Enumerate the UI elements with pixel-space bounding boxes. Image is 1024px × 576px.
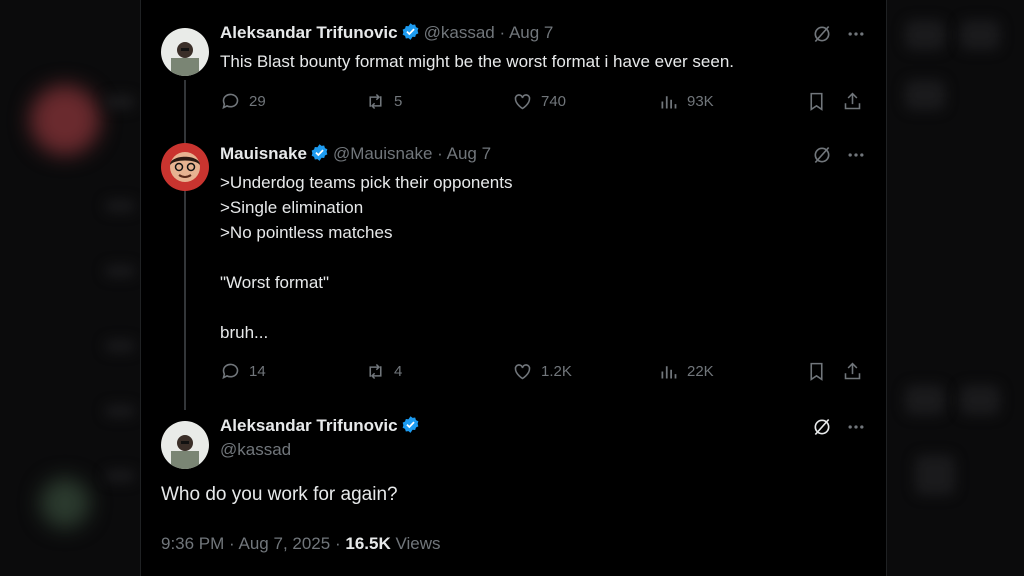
reply-button[interactable]: 29 [220, 91, 266, 112]
retweet-button[interactable]: 5 [365, 91, 402, 112]
views-icon [661, 366, 677, 379]
reply-icon [222, 363, 239, 380]
reply-button[interactable]: 14 [220, 361, 266, 382]
share-button[interactable] [842, 91, 863, 112]
reply-count: 29 [249, 93, 266, 110]
tweet-top-icons [812, 417, 866, 442]
bookmark-button[interactable] [806, 91, 827, 112]
tweet-text: This Blast bounty format might be the wo… [220, 52, 735, 71]
like-button[interactable]: 740 [512, 91, 566, 112]
tweet-header: Aleksandar Trifunovic [220, 415, 424, 439]
views-count: 22K [687, 363, 714, 380]
author-name[interactable]: Mauisnake [220, 144, 307, 163]
tweet-actions: 29 5 740 93K [220, 91, 866, 113]
share-icon [844, 362, 861, 380]
tweet-time[interactable]: 9:36 PM [161, 534, 224, 553]
author-handle[interactable]: @kassad [424, 23, 495, 42]
retweet-count: 4 [394, 363, 403, 380]
like-button[interactable]: 1.2K [512, 361, 572, 382]
bookmark-icon [810, 92, 823, 111]
like-count: 740 [541, 93, 567, 110]
author-name[interactable]: Aleksandar Trifunovic [220, 23, 398, 42]
views-label: Views [395, 534, 441, 553]
conversation-panel: Aleksandar Trifunovic @kassad · Aug 7 Thi… [140, 0, 887, 576]
tweet-top-icons [812, 24, 866, 49]
views-count: 16.5K [345, 534, 391, 553]
retweet-icon [369, 93, 382, 110]
tweet-date[interactable]: Aug 7 [509, 23, 553, 42]
retweet-count: 5 [394, 93, 403, 110]
tweet-2[interactable]: Mauisnake @Mauisnake · Aug 7 >Underdog te… [161, 143, 866, 393]
share-icon [844, 92, 861, 110]
separator: · [499, 23, 506, 42]
grok-icon[interactable] [812, 417, 832, 442]
separator: · [437, 144, 443, 163]
retweet-icon [369, 363, 382, 380]
like-icon [514, 94, 531, 110]
verified-badge-icon [401, 22, 420, 46]
tweet-text: >Underdog teams pick their opponents >Si… [220, 173, 513, 342]
more-icon[interactable] [846, 417, 866, 442]
tweet-1[interactable]: Aleksandar Trifunovic @kassad · Aug 7 Thi… [161, 22, 866, 410]
views-count: 93K [687, 93, 714, 110]
retweet-button[interactable]: 4 [365, 361, 402, 382]
reply-count: 14 [249, 363, 266, 380]
main-tweet[interactable]: Aleksandar Trifunovic @kassad Who do you… [161, 415, 866, 565]
bookmark-icon [810, 362, 823, 381]
separator: · [334, 534, 341, 553]
avatar[interactable] [161, 421, 209, 469]
share-button[interactable] [842, 361, 863, 382]
author-handle[interactable]: @Mauisnake [333, 144, 432, 163]
author-name[interactable]: Aleksandar Trifunovic [220, 416, 398, 435]
tweet-actions: 14 4 1.2K 22K [220, 361, 866, 383]
author-handle[interactable]: @kassad [220, 440, 291, 460]
tweet-metadata: 9:36 PM · Aug 7, 2025 · 16.5K Views [161, 534, 441, 554]
like-icon [514, 364, 531, 380]
separator: · [229, 534, 235, 553]
views-button[interactable]: 22K [658, 361, 714, 382]
tweet-header: Mauisnake @Mauisnake · Aug 7 [220, 143, 491, 167]
views-button[interactable]: 93K [658, 91, 714, 112]
like-count: 1.2K [541, 363, 572, 380]
tweet-full-date[interactable]: Aug 7, 2025 [239, 534, 331, 553]
more-icon[interactable] [846, 24, 866, 49]
avatar[interactable] [161, 143, 209, 191]
reply-icon [222, 93, 239, 110]
grok-icon[interactable] [812, 24, 832, 49]
tweet-top-icons [812, 145, 866, 170]
verified-badge-icon [401, 415, 420, 439]
more-icon[interactable] [846, 145, 866, 170]
views-icon [661, 96, 677, 109]
blurred-right-background [885, 0, 1024, 576]
grok-icon[interactable] [812, 145, 832, 170]
verified-badge-icon [310, 143, 329, 167]
bookmark-button[interactable] [806, 361, 827, 382]
avatar[interactable] [161, 28, 209, 76]
blurred-left-background [0, 0, 140, 576]
main-tweet-text: Who do you work for again? [161, 484, 398, 505]
tweet-header: Aleksandar Trifunovic @kassad · Aug 7 [220, 22, 553, 46]
tweet-date[interactable]: Aug 7 [447, 144, 491, 163]
